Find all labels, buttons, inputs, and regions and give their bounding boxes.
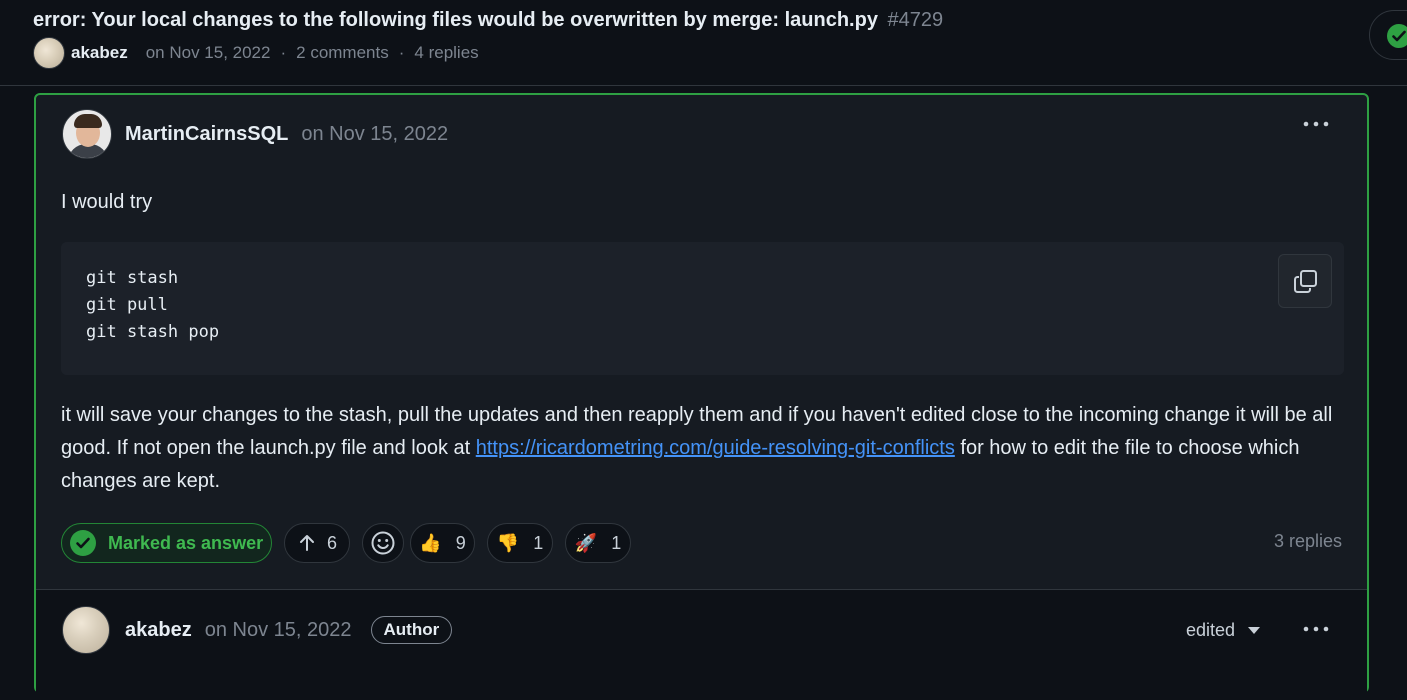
marked-as-answer-label: Marked as answer — [108, 532, 264, 553]
comment-intro: I would try — [61, 191, 153, 213]
more-options-icon[interactable] — [1302, 117, 1330, 137]
reply-comment: akabez on Nov 15, 2022 Author edited — [36, 590, 1367, 700]
arrow-up-icon — [299, 535, 314, 551]
comment-date[interactable]: on Nov 15, 2022 — [301, 123, 448, 146]
reply-header: akabez on Nov 15, 2022 Author — [62, 606, 453, 654]
reaction-thumbs-up[interactable]: 👍 9 — [410, 523, 475, 563]
code-block-body: git stash git pull git stash pop — [61, 242, 1344, 375]
copy-icon — [1294, 270, 1317, 293]
edited-dropdown[interactable]: edited — [1186, 620, 1261, 641]
code-line: git stash pop — [86, 322, 220, 342]
code-line: git stash — [86, 268, 179, 288]
replies-count: 4 replies — [414, 43, 479, 62]
avatar[interactable] — [62, 606, 110, 654]
discussion-title-text: error: Your local changes to the followi… — [33, 9, 878, 31]
more-options-icon[interactable] — [1302, 622, 1330, 642]
thumbs-down-icon: 👎 — [496, 532, 520, 553]
code-line: git pull — [86, 295, 168, 315]
reaction-count: 1 — [533, 532, 544, 553]
meta-separator: · — [280, 43, 287, 62]
author-badge: Author — [370, 616, 453, 644]
copy-button[interactable] — [1278, 254, 1332, 308]
meta-separator: · — [398, 43, 405, 62]
comment-header: MartinCairnsSQL on Nov 15, 2022 — [62, 109, 448, 159]
thumbs-up-icon: 👍 — [419, 532, 442, 553]
discussion-author[interactable]: akabez — [71, 43, 128, 63]
upvote-count: 6 — [326, 532, 337, 553]
comment-body: it will save your changes to the stash, … — [61, 399, 1351, 498]
avatar[interactable] — [33, 37, 65, 69]
caret-down-icon — [1248, 627, 1261, 635]
check-circle-icon — [70, 530, 96, 556]
discussion-date: on Nov 15, 2022 — [145, 43, 271, 62]
marked-as-answer-button[interactable]: Marked as answer — [61, 523, 272, 563]
discussion-meta: akabez on Nov 15, 2022 · 2 comments · 4 … — [33, 37, 479, 69]
reply-author[interactable]: akabez — [125, 619, 192, 642]
discussion-title: error: Your local changes to the followi… — [33, 9, 943, 32]
replies-toggle[interactable]: 3 replies — [1274, 531, 1342, 552]
comments-count: 2 comments — [296, 43, 389, 62]
discussion-header: error: Your local changes to the followi… — [0, 0, 1407, 86]
avatar[interactable] — [62, 109, 112, 159]
smiley-icon — [371, 531, 395, 555]
reaction-thumbs-down[interactable]: 👎 1 — [487, 523, 553, 563]
add-reaction-button[interactable] — [362, 523, 404, 563]
answered-status-button[interactable] — [1369, 10, 1407, 60]
answer-comment: MartinCairnsSQL on Nov 15, 2022 I would … — [34, 93, 1369, 700]
guide-link[interactable]: https://ricardometring.com/guide-resolvi… — [476, 437, 955, 459]
check-circle-icon — [1387, 24, 1407, 48]
reply-date[interactable]: on Nov 15, 2022 — [205, 619, 352, 642]
upvote-button[interactable]: 6 — [284, 523, 350, 563]
comment-author[interactable]: MartinCairnsSQL — [125, 123, 288, 146]
reaction-count: 9 — [455, 532, 466, 553]
rocket-icon: 🚀 — [574, 532, 598, 553]
edited-label: edited — [1186, 620, 1236, 640]
reaction-count: 1 — [611, 532, 622, 553]
discussion-number[interactable]: #4729 — [888, 9, 944, 31]
reaction-rocket[interactable]: 🚀 1 — [565, 523, 631, 563]
